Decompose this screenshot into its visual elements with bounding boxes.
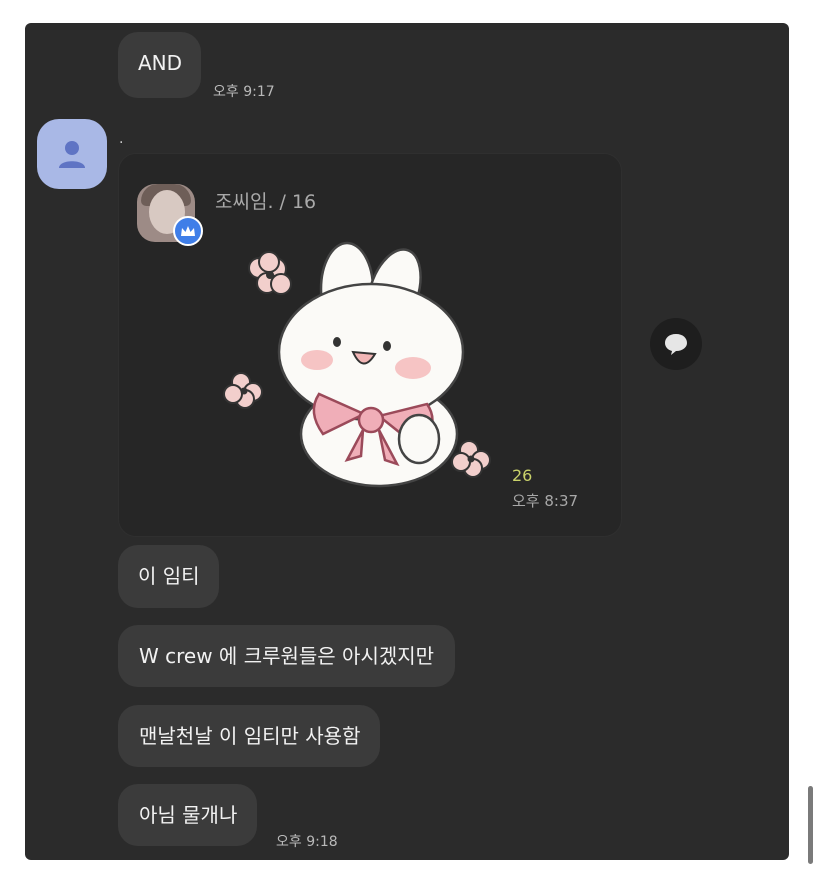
crown-icon — [173, 216, 203, 246]
reaction-count: 26 — [512, 466, 533, 485]
chat-window: AND 오후 9:17 . 조씨임. / 16 26 오후 8:37 이 임티 … — [25, 23, 789, 860]
message-text: 이 임티 — [138, 564, 200, 588]
message-bubble[interactable]: AND — [118, 32, 202, 98]
message-text: 맨날천날 이 임티만 사용함 — [139, 724, 361, 748]
message-bubble[interactable]: 아님 물개나 — [118, 784, 258, 846]
person-icon — [59, 141, 85, 168]
sticker-card[interactable]: 조씨임. / 16 26 오후 8:37 — [118, 153, 622, 537]
scrollbar[interactable] — [808, 786, 813, 864]
sender-avatar[interactable] — [37, 119, 107, 189]
message-text: W crew 에 크루원들은 아시겠지만 — [139, 644, 435, 668]
message-text: 아님 물개나 — [139, 803, 238, 827]
speech-bubble-icon — [665, 334, 687, 355]
message-text: AND — [138, 51, 183, 75]
message-time: 오후 9:18 — [276, 834, 338, 850]
flower-icon — [223, 372, 263, 409]
message-bubble[interactable]: W crew 에 크루원들은 아시겠지만 — [118, 625, 456, 687]
flower-icon — [248, 251, 292, 295]
card-title: 조씨임. / 16 — [215, 191, 317, 213]
reply-button[interactable] — [650, 318, 702, 370]
message-time: 오후 8:37 — [512, 492, 579, 510]
message-bubble[interactable]: 맨날천날 이 임티만 사용함 — [118, 705, 381, 767]
sender-name: . — [119, 131, 124, 147]
message-bubble[interactable]: 이 임티 — [118, 545, 219, 608]
message-time: 오후 9:17 — [213, 84, 275, 100]
bunny-sticker — [223, 241, 491, 488]
flower-icon — [451, 440, 491, 478]
